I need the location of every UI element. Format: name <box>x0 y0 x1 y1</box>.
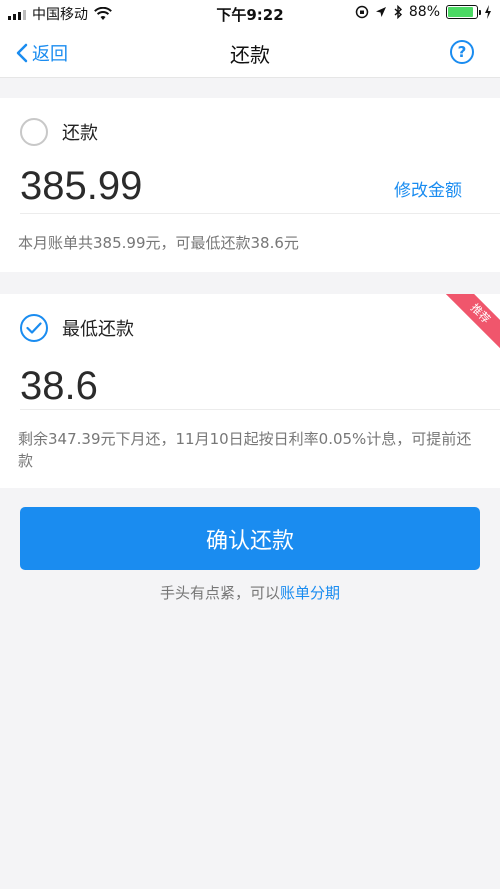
checkmark-icon <box>26 322 42 334</box>
minimum-payment-note: 剩余347.39元下月还，11月10日起按日利率0.05%计息，可提前还款 <box>18 430 472 470</box>
installment-hint: 手头有点紧，可以账单分期 <box>0 582 500 603</box>
full-payment-amount-row: 385.99 修改金额 <box>20 164 500 214</box>
full-payment-option[interactable]: 还款 <box>20 118 98 146</box>
status-right: 88% <box>355 4 492 20</box>
minimum-payment-option[interactable]: 最低还款 <box>20 314 134 342</box>
radio-unchecked-icon[interactable] <box>20 118 48 146</box>
charging-icon <box>485 5 491 19</box>
minimum-payment-label: 最低还款 <box>62 319 134 340</box>
installment-link[interactable]: 账单分期 <box>280 584 340 602</box>
edit-amount-link[interactable]: 修改金额 <box>394 176 462 201</box>
orientation-lock-icon <box>355 5 369 19</box>
full-payment-card[interactable]: 还款 385.99 修改金额 本月账单共385.99元，可最低还款38.6元 <box>0 98 500 272</box>
minimum-payment-card[interactable]: 推荐 最低还款 38.6 剩余347.39元下月还，11月10日起按日利率0.0… <box>0 294 500 488</box>
battery-percent: 88% <box>408 4 440 20</box>
help-button[interactable]: ? <box>450 40 474 64</box>
full-payment-note: 本月账单共385.99元，可最低还款38.6元 <box>18 234 299 252</box>
minimum-payment-amount: 38.6 <box>20 364 98 408</box>
confirm-payment-button[interactable]: 确认还款 <box>20 507 480 570</box>
full-payment-label: 还款 <box>62 123 98 144</box>
nav-bar: 返回 还款 ? <box>0 26 500 78</box>
minimum-payment-amount-row: 38.6 <box>20 364 500 410</box>
full-payment-amount: 385.99 <box>20 164 143 208</box>
status-bar: 中国移动 下午9:22 88% <box>0 0 500 26</box>
battery-fill <box>448 7 473 17</box>
location-icon <box>375 7 386 17</box>
battery-icon <box>446 5 481 19</box>
installment-hint-text: 手头有点紧，可以 <box>159 584 280 602</box>
recommend-ribbon: 推荐 <box>440 294 500 354</box>
question-circle-icon: ? <box>457 43 467 61</box>
radio-checked-icon[interactable] <box>20 314 48 342</box>
page-title: 还款 <box>230 43 270 67</box>
bluetooth-icon <box>394 5 402 19</box>
